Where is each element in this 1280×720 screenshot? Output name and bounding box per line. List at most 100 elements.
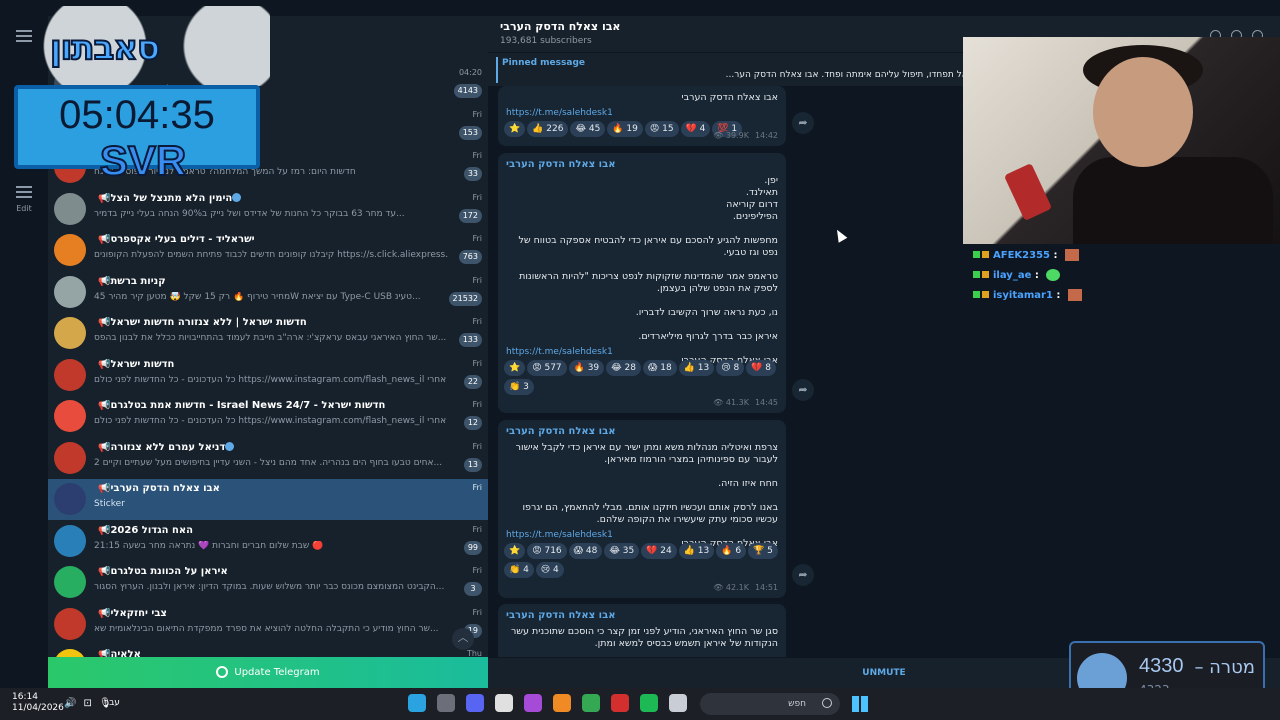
reaction-chip[interactable]: 👍 226 — [527, 121, 569, 137]
app-icon[interactable] — [553, 694, 571, 712]
unread-badge: 21532 — [448, 291, 482, 306]
reaction-chip[interactable]: 💔 24 — [641, 543, 677, 559]
megaphone-icon: 📢 — [98, 441, 111, 453]
reaction-chip[interactable]: 😂 35 — [604, 543, 640, 559]
webcam-feed — [963, 37, 1280, 244]
chat-time: Fri — [472, 275, 482, 285]
reaction-chip[interactable]: 👏 3 — [504, 379, 534, 395]
chat-name-text: דניאל עמרם ללא צנזורה — [110, 441, 226, 453]
explorer-app-icon[interactable] — [669, 694, 687, 712]
chat-avatar — [54, 358, 86, 391]
spotify-app-icon[interactable] — [640, 694, 658, 712]
share-icon[interactable]: ➦ — [792, 112, 814, 134]
reaction-chip[interactable]: 🔥 6 — [716, 543, 747, 559]
message-author[interactable]: אבו צאלח הדסק הערבי — [506, 159, 616, 170]
app-icon[interactable] — [495, 694, 513, 712]
chat-name-text: האח הגדול 2026 — [110, 524, 193, 536]
chat-row[interactable]: אבו צאלח הדסק הערבי📢 Sticker Fri — [48, 479, 488, 520]
search-placeholder: חפש — [788, 699, 806, 709]
view-count: 42.1K — [725, 583, 749, 592]
app-icon[interactable] — [524, 694, 542, 712]
chat-avatar — [54, 607, 86, 640]
reaction-chip[interactable]: 💔 8 — [746, 360, 777, 376]
pinned-label: Pinned message — [502, 58, 585, 68]
chat-name: דניאל עמרם ללא צנזורה📢 — [94, 442, 448, 453]
chat-row[interactable]: חדשות ישראל - Israel News 24/7 - חדשות א… — [48, 396, 488, 437]
chat-row[interactable]: דניאל עמרם ללא צנזורה📢 2 אחים טבעו בחוף ה… — [48, 438, 488, 479]
edit-folders-icon[interactable] — [16, 186, 32, 200]
pinned-apps — [408, 694, 698, 716]
unread-badge: 133 — [458, 333, 482, 347]
chat-name: איראן על הכוונת בטלגרם📢 — [94, 566, 448, 577]
reaction-chip[interactable]: 😡 577 — [527, 360, 567, 376]
chat-preview: Sticker — [94, 499, 125, 509]
message-link[interactable]: https://t.me/salehdesk1 — [506, 530, 613, 540]
subathon-timer: 05:04:35 SVR — [14, 85, 260, 185]
message-author[interactable]: אבו צאלח הדסק הערבי — [506, 610, 616, 621]
reaction-chip[interactable]: 👍 13 — [678, 543, 715, 559]
reaction-chip[interactable]: 💔 4 — [680, 121, 711, 137]
reaction-chip[interactable]: 😂 28 — [606, 360, 642, 376]
message-bubble: אבו צאלח הדסק הערבי צרפת ואיטליה מנהלות מ… — [498, 420, 786, 598]
reaction-chip[interactable]: ⭐ — [504, 543, 526, 559]
reaction-chip[interactable]: 😱 18 — [643, 360, 677, 376]
reaction-chip[interactable]: 😢 4 — [535, 562, 564, 578]
chat-row[interactable]: הימין הלא מתנצל של הצל📢 עד מחר 63 בבוקר כ… — [48, 189, 488, 230]
discord-app-icon[interactable] — [466, 694, 484, 712]
sub-badge-icon — [973, 251, 980, 258]
app-icon[interactable] — [437, 694, 455, 712]
reaction-chip[interactable]: 😡 15 — [644, 121, 679, 137]
message-author[interactable]: אבו צאלח הדסק הערבי — [506, 426, 616, 437]
chrome-app-icon[interactable] — [582, 694, 600, 712]
reaction-chip[interactable]: 😡 716 — [527, 543, 567, 559]
reaction-chip[interactable]: 😢 8 — [716, 360, 745, 376]
message-meta: 👁 41.3K 14:45 — [713, 398, 778, 407]
telegram-app-icon[interactable] — [408, 694, 426, 712]
chat-row[interactable]: חדשות ישראל📢 כל העדכונים - כל החדשות לפני… — [48, 355, 488, 396]
view-count: 41.3K — [725, 398, 749, 407]
app-icon[interactable] — [611, 694, 629, 712]
chat-avatar — [54, 566, 86, 598]
chat-row[interactable]: האח הגדול 2026📢 שבת שלום חברים וחברות 💜 נ… — [48, 521, 488, 562]
chat-row[interactable]: איראן על הכוונת בטלגרם📢 הקבינט המצומצם מכ… — [48, 562, 488, 603]
chat-preview: שבת שלום חברים וחברות 💜 נתראה מחר בשעה 2… — [94, 540, 324, 551]
chat-name: האח הגדול 2026📢 — [94, 525, 448, 536]
chat-row[interactable]: קניות ברשת📢 מחיר טירוף 🔥 רק 15 שקל 🤯 מטען… — [48, 272, 488, 313]
reaction-chip[interactable]: 😱 48 — [568, 543, 603, 559]
scroll-up-button[interactable]: ︿ — [452, 628, 474, 650]
reaction-chip[interactable]: ⭐ — [504, 121, 526, 137]
reaction-chip[interactable]: ⭐ — [504, 360, 526, 376]
chat-name: חדשות ישראל - Israel News 24/7 - חדשות א… — [94, 400, 448, 411]
update-telegram-button[interactable]: Update Telegram — [48, 657, 488, 688]
reaction-chip[interactable]: 🔥 19 — [607, 121, 643, 137]
taskbar-clock[interactable]: 16:14 11/04/2026 — [12, 692, 64, 714]
language-indicator[interactable]: עבר — [104, 698, 120, 708]
reaction-chip[interactable]: 🏆 5 — [748, 543, 778, 559]
share-icon[interactable]: ➦ — [792, 564, 814, 586]
reaction-chip[interactable]: 👍 13 — [678, 360, 715, 376]
goal-current: 4330 — [1139, 655, 1184, 677]
chat-row[interactable]: ישראליד - דילים בעלי אקספרס📢 קיבלנו קופונ… — [48, 230, 488, 271]
windows-start-icon[interactable] — [852, 696, 868, 712]
unread-badge: 12 — [463, 416, 482, 430]
share-icon[interactable]: ➦ — [792, 379, 814, 401]
chat-row[interactable]: צבי יחזקאלי📢 שר החוץ מודיע כי התקבלה החלט… — [48, 604, 488, 645]
chat-preview: קיבלנו קופונים חדשים לכבוד פתיחת השמים ל… — [94, 250, 448, 260]
message-link[interactable]: https://t.me/salehdesk1 — [506, 347, 613, 357]
megaphone-icon: 📢 — [98, 317, 111, 328]
webcam-face — [1093, 57, 1193, 167]
message-link[interactable]: https://t.me/salehdesk1 — [506, 108, 613, 118]
chat-row[interactable]: חדשות ישראל | ללא צנזורה חדשות ישראל📢 שר … — [48, 313, 488, 354]
stream-chat-line: ilay_ae : — [973, 269, 1093, 289]
reaction-chip[interactable]: 😂 45 — [570, 121, 606, 137]
taskbar-search[interactable]: חפש — [700, 693, 840, 715]
reaction-chip[interactable]: 🔥 39 — [568, 360, 605, 376]
chat-time: Fri — [472, 234, 482, 243]
stream-logo: סאבתון — [20, 6, 270, 86]
sword-badge-icon — [982, 271, 989, 278]
chat-time: Fri — [472, 483, 482, 492]
chat-preview: הקבינט המצומצם מכונס כבר יותר משלוש שעות… — [94, 582, 445, 592]
message-time: 14:42 — [754, 131, 778, 140]
reaction-chip[interactable]: 👏 4 — [504, 562, 534, 578]
update-label: Update Telegram — [234, 667, 320, 678]
